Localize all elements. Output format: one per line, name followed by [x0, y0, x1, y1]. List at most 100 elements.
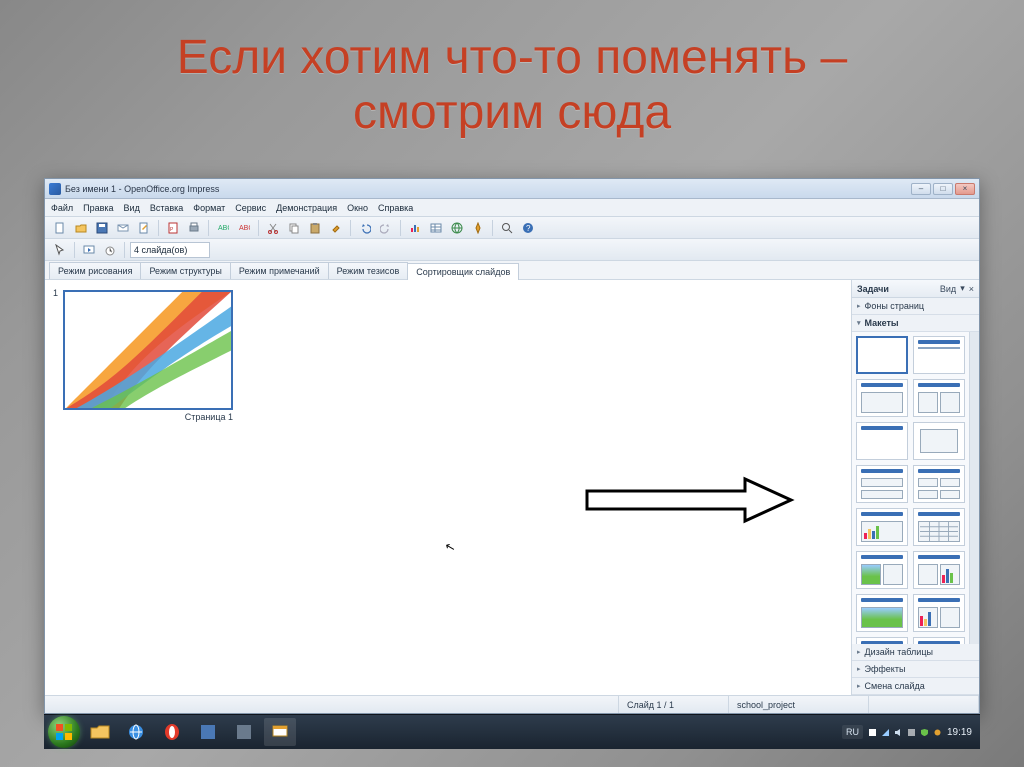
pdf-export-button[interactable]: P: [164, 219, 182, 237]
menu-slideshow[interactable]: Демонстрация: [276, 203, 337, 213]
layout-title[interactable]: [913, 336, 965, 374]
menu-format[interactable]: Формат: [193, 203, 225, 213]
print-button[interactable]: [185, 219, 203, 237]
tray-volume-icon[interactable]: [895, 729, 902, 736]
work-area: 1 Страница 1 ↖ Задачи: [45, 280, 979, 695]
minimize-button[interactable]: –: [911, 183, 931, 195]
menu-tools[interactable]: Сервис: [235, 203, 266, 213]
spellcheck-button[interactable]: ABC: [214, 219, 232, 237]
layout-content-over[interactable]: [856, 465, 908, 503]
taskbar-explorer[interactable]: [84, 718, 116, 746]
layouts-grid: [852, 332, 969, 644]
menu-file[interactable]: Файл: [51, 203, 73, 213]
taskbar-impress[interactable]: [264, 718, 296, 746]
presentation-toolbar: 4 слайда(ов): [45, 239, 979, 261]
layout-two-content[interactable]: [913, 379, 965, 417]
taskbar-app1[interactable]: [192, 718, 224, 746]
new-doc-button[interactable]: [51, 219, 69, 237]
maximize-button[interactable]: □: [933, 183, 953, 195]
tray-network-icon[interactable]: [882, 729, 889, 736]
taskbar-app2[interactable]: [228, 718, 260, 746]
tab-drawing[interactable]: Режим рисования: [49, 262, 141, 279]
windows-logo-icon: [55, 723, 73, 741]
taskpane-close-icon[interactable]: ×: [969, 284, 974, 294]
tab-sorter[interactable]: Сортировщик слайдов: [407, 263, 519, 280]
section-layouts[interactable]: ▾Макеты: [852, 315, 979, 332]
status-bar: Слайд 1 / 1 school_project: [45, 695, 979, 713]
slides-per-row-dropdown[interactable]: 4 слайда(ов): [130, 242, 210, 258]
tray-flag-icon[interactable]: [869, 729, 876, 736]
help-button[interactable]: ?: [519, 219, 537, 237]
layout-more-2[interactable]: [913, 637, 965, 644]
paste-button[interactable]: [306, 219, 324, 237]
slide-number: 1: [53, 288, 58, 298]
system-tray: RU 19:19: [842, 725, 976, 739]
cut-button[interactable]: [264, 219, 282, 237]
menu-edit[interactable]: Правка: [83, 203, 113, 213]
layout-title-content[interactable]: [856, 379, 908, 417]
autospell-button[interactable]: ABC: [235, 219, 253, 237]
section-master-pages[interactable]: ▸Фоны страниц: [852, 298, 979, 315]
impress-window: Без имени 1 - OpenOffice.org Impress – □…: [44, 178, 980, 714]
tab-notes[interactable]: Режим примечаний: [230, 262, 329, 279]
layout-centered[interactable]: [913, 422, 965, 460]
save-button[interactable]: [93, 219, 111, 237]
navigator-button[interactable]: [469, 219, 487, 237]
copy-button[interactable]: [285, 219, 303, 237]
pointer-button[interactable]: [51, 241, 69, 259]
redo-button[interactable]: [377, 219, 395, 237]
menu-view[interactable]: Вид: [124, 203, 140, 213]
layout-image-only[interactable]: [856, 594, 908, 632]
taskpane-view-label[interactable]: Вид: [940, 284, 956, 294]
taskbar-ie[interactable]: [120, 718, 152, 746]
tab-handout[interactable]: Режим тезисов: [328, 262, 409, 279]
layout-image-text[interactable]: [856, 551, 908, 589]
tray-shield-icon[interactable]: [921, 729, 928, 736]
undo-button[interactable]: [356, 219, 374, 237]
layout-title-only[interactable]: [856, 422, 908, 460]
section-transition[interactable]: ▸Смена слайда: [852, 678, 979, 695]
taskbar-opera[interactable]: [156, 718, 188, 746]
layout-text-chart[interactable]: [913, 551, 965, 589]
heading-line2: смотрим сюда: [20, 85, 1004, 140]
table-button[interactable]: [427, 219, 445, 237]
edit-doc-button[interactable]: [135, 219, 153, 237]
standard-toolbar: P ABC ABC ?: [45, 217, 979, 239]
close-button[interactable]: ×: [955, 183, 975, 195]
tray-icon[interactable]: [934, 729, 941, 736]
section-effects[interactable]: ▸Эффекты: [852, 661, 979, 678]
menu-insert[interactable]: Вставка: [150, 203, 183, 213]
slide-thumbnail-1[interactable]: 1 Страница 1: [63, 290, 233, 422]
slide-frame[interactable]: [63, 290, 233, 410]
svg-text:?: ?: [526, 224, 531, 233]
task-pane: Задачи Вид ▾ × ▸Фоны страниц ▾Макеты: [851, 280, 979, 695]
clock[interactable]: 19:19: [947, 727, 972, 738]
tab-outline[interactable]: Режим структуры: [140, 262, 230, 279]
window-titlebar[interactable]: Без имени 1 - OpenOffice.org Impress – □…: [45, 179, 979, 199]
layout-blank[interactable]: [856, 336, 908, 374]
start-button[interactable]: [48, 716, 80, 748]
section-table-design[interactable]: ▸Дизайн таблицы: [852, 644, 979, 661]
tray-action-icon[interactable]: [908, 729, 915, 736]
rehearse-button[interactable]: [101, 241, 119, 259]
menu-window[interactable]: Окно: [347, 203, 368, 213]
taskpane-menu-icon[interactable]: ▾: [960, 283, 965, 294]
zoom-button[interactable]: [498, 219, 516, 237]
format-paintbrush-button[interactable]: [327, 219, 345, 237]
menu-help[interactable]: Справка: [378, 203, 413, 213]
layout-chart-text[interactable]: [913, 594, 965, 632]
layout-chart[interactable]: [856, 508, 908, 546]
chart-button[interactable]: [406, 219, 424, 237]
hyperlink-button[interactable]: [448, 219, 466, 237]
slide-show-button[interactable]: [80, 241, 98, 259]
layout-table[interactable]: [913, 508, 965, 546]
open-button[interactable]: [72, 219, 90, 237]
taskpane-scrollbar[interactable]: [969, 332, 979, 644]
email-button[interactable]: [114, 219, 132, 237]
language-indicator[interactable]: RU: [842, 725, 863, 739]
annotation-arrow: [585, 475, 795, 525]
heading-line1: Если хотим что-то поменять –: [20, 30, 1004, 85]
slide-sorter-pane[interactable]: 1 Страница 1 ↖: [45, 280, 851, 695]
layout-more-1[interactable]: [856, 637, 908, 644]
layout-four-content[interactable]: [913, 465, 965, 503]
